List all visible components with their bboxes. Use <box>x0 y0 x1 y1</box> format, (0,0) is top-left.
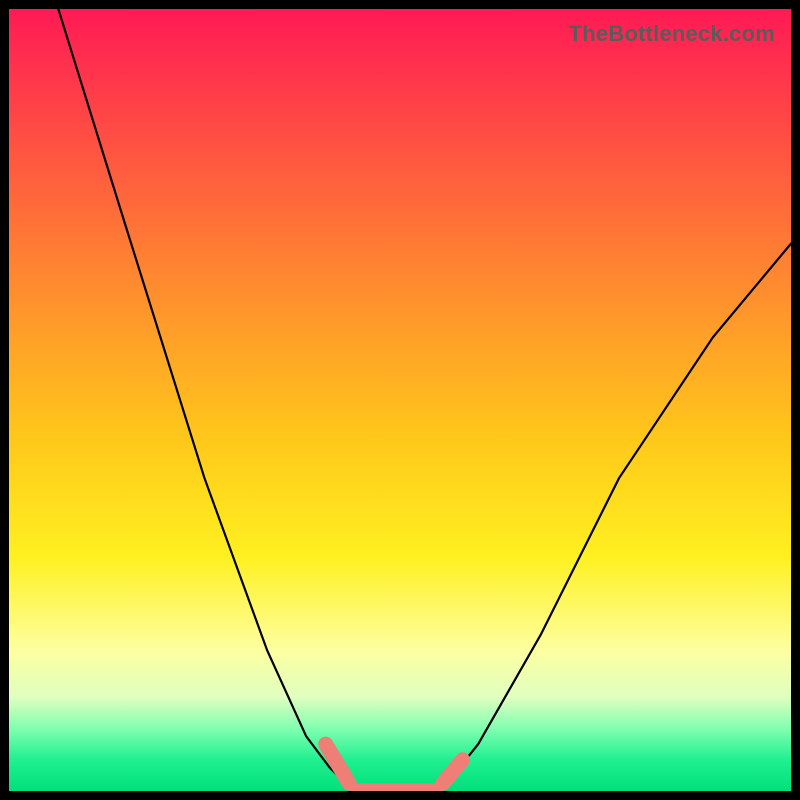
chart-svg <box>9 9 791 791</box>
salmon-seg-2 <box>443 760 463 784</box>
chart-plot-area: TheBottleneck.com <box>9 9 791 791</box>
salmon-seg-0 <box>326 744 350 783</box>
black-curve <box>56 9 791 791</box>
salmon-group <box>326 744 463 791</box>
chart-frame: TheBottleneck.com <box>0 0 800 800</box>
